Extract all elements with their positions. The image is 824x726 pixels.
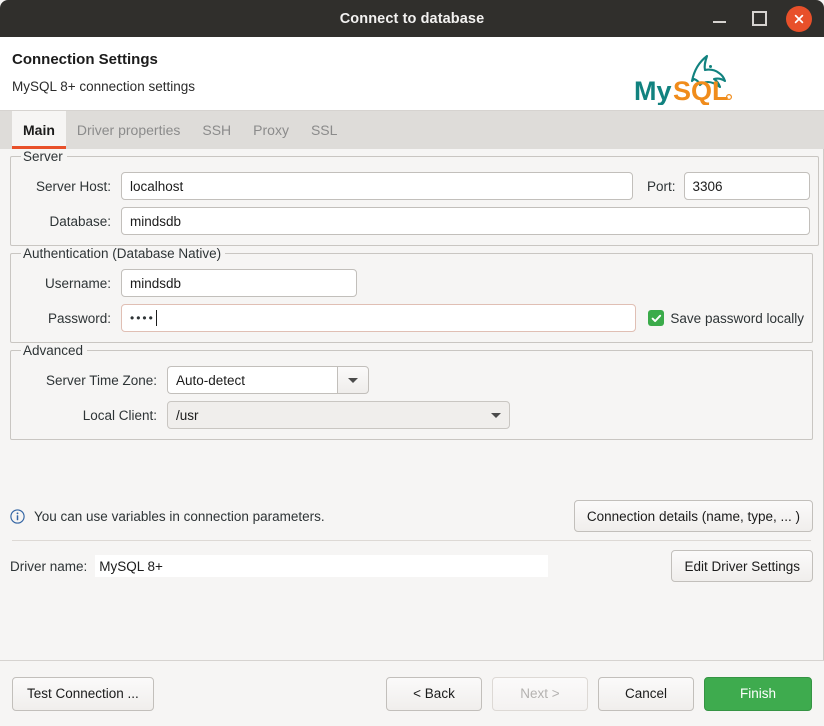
mysql-logo-sql: SQL	[673, 76, 729, 105]
password-masked-value: ••••	[130, 311, 155, 325]
local-client-combo[interactable]: /usr	[167, 401, 510, 429]
server-timezone-dropdown-button[interactable]	[337, 366, 369, 394]
local-client-row: Local Client: /usr	[19, 401, 804, 429]
cancel-button[interactable]: Cancel	[598, 676, 694, 711]
tab-driver-properties[interactable]: Driver properties	[66, 111, 191, 149]
info-circle-icon	[10, 508, 25, 524]
info-text: You can use variables in connection para…	[34, 508, 325, 524]
dialog-header: Connection Settings MySQL 8+ connection …	[0, 37, 824, 111]
password-input[interactable]: ••••	[121, 304, 637, 332]
local-client-label: Local Client:	[82, 407, 157, 423]
test-connection-button[interactable]: Test Connection ...	[12, 676, 154, 711]
server-timezone-label: Server Time Zone:	[45, 372, 157, 388]
close-button[interactable]	[786, 5, 812, 32]
username-input[interactable]	[121, 269, 357, 297]
server-timezone-value[interactable]: Auto-detect	[167, 366, 337, 394]
edit-driver-settings-button[interactable]: Edit Driver Settings	[671, 550, 813, 582]
close-button-circle	[786, 5, 812, 32]
driver-name-label: Driver name:	[10, 558, 88, 574]
maximize-button[interactable]	[746, 6, 772, 32]
password-label: Password:	[47, 310, 111, 326]
tab-driver-properties-label: Driver properties	[76, 122, 181, 138]
driver-row: Driver name: MySQL 8+ Edit Driver Settin…	[10, 550, 813, 582]
window-title: Connect to database	[339, 10, 485, 27]
tab-ssl-label: SSL	[310, 122, 338, 138]
port-label: Port:	[647, 178, 676, 194]
page-subtitle: MySQL 8+ connection settings	[12, 79, 195, 94]
server-timezone-row: Server Time Zone: Auto-detect	[19, 366, 804, 394]
tab-proxy[interactable]: Proxy	[242, 111, 300, 149]
server-group: Server Server Host: Port: Database:	[10, 149, 819, 246]
save-password-label: Save password locally	[670, 310, 804, 326]
close-icon	[794, 14, 804, 23]
text-caret	[155, 310, 157, 326]
server-group-legend: Server	[23, 149, 63, 164]
checkbox-checked-icon	[648, 310, 665, 326]
tab-ssh-label: SSH	[202, 122, 232, 138]
tab-ssl[interactable]: SSL	[300, 111, 348, 149]
save-password-checkbox[interactable]: Save password locally	[648, 310, 804, 326]
port-input[interactable]	[683, 172, 810, 200]
minimize-icon	[712, 21, 726, 23]
chevron-down-icon	[491, 412, 501, 418]
window-controls	[706, 5, 824, 32]
connect-to-database-dialog: Connect to database Connection Settings …	[0, 0, 824, 726]
server-timezone-combo[interactable]: Auto-detect	[167, 366, 369, 394]
check-icon	[651, 314, 662, 322]
minimize-button[interactable]	[706, 6, 732, 32]
finish-button[interactable]: Finish	[704, 676, 812, 711]
divider	[12, 540, 811, 541]
next-button: Next >	[492, 676, 588, 711]
username-label: Username:	[44, 275, 111, 291]
authentication-group: Authentication (Database Native) Usernam…	[10, 246, 813, 343]
username-row: Username:	[19, 269, 804, 297]
driver-name-value: MySQL 8+	[95, 555, 549, 577]
connection-details-button[interactable]: Connection details (name, type, ... )	[573, 500, 813, 532]
local-client-value: /usr	[176, 407, 199, 423]
database-label: Database:	[49, 213, 111, 229]
back-button[interactable]: < Back	[386, 676, 482, 711]
mysql-logo-icon: My SQL	[634, 54, 732, 105]
server-host-row: Server Host: Port:	[19, 172, 810, 200]
info-row: You can use variables in connection para…	[10, 500, 813, 532]
tab-main-label: Main	[23, 122, 55, 138]
chevron-down-icon	[348, 377, 358, 383]
page-title: Connection Settings	[12, 51, 158, 68]
tab-bar: Main Driver properties SSH Proxy SSL	[0, 111, 824, 149]
server-host-label: Server Host:	[35, 178, 111, 194]
tab-main[interactable]: Main	[12, 111, 66, 149]
advanced-group: Advanced Server Time Zone: Auto-detect L…	[10, 343, 813, 440]
dialog-footer: Test Connection ... < Back Next > Cancel…	[0, 660, 824, 726]
advanced-group-legend: Advanced	[23, 343, 84, 358]
maximize-icon	[751, 11, 767, 26]
mysql-logo-my: My	[634, 76, 672, 105]
database-row: Database:	[19, 207, 810, 235]
password-row: Password: •••• Save password locally	[19, 304, 804, 332]
tab-ssh[interactable]: SSH	[191, 111, 242, 149]
server-host-input[interactable]	[121, 172, 633, 200]
window-titlebar: Connect to database	[0, 0, 824, 37]
tab-proxy-label: Proxy	[253, 122, 289, 138]
authentication-group-legend: Authentication (Database Native)	[23, 246, 222, 261]
database-input[interactable]	[121, 207, 810, 235]
main-panel: Server Server Host: Port: Database: Auth…	[0, 149, 824, 660]
